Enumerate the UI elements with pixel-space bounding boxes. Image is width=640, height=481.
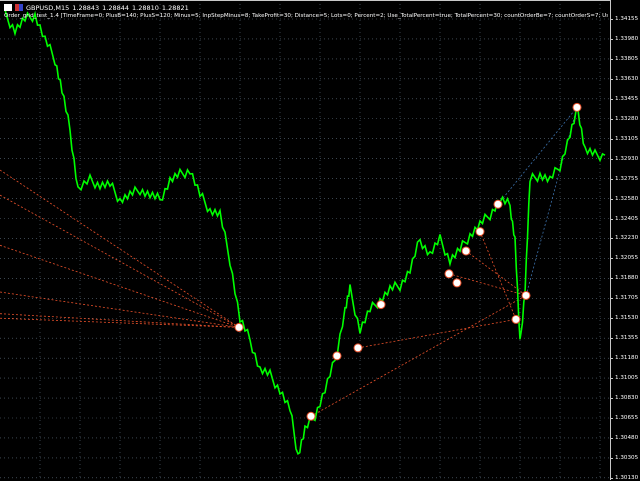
price-label: 1.30655 [615, 415, 639, 421]
price-label: 1.30305 [615, 454, 639, 461]
price-label: 1.33980 [615, 35, 639, 42]
close-price: 1.28821 [161, 3, 189, 12]
price-series-line [4, 9, 606, 455]
price-label: 1.30830 [615, 395, 639, 402]
price-label: 1.33280 [615, 115, 639, 122]
buy-order-link [525, 107, 578, 296]
axis-tick [610, 338, 613, 340]
sell-order-link [0, 317, 240, 328]
price-chart[interactable] [0, 0, 640, 480]
order-marker[interactable] [452, 278, 462, 288]
price-label: 1.31355 [615, 335, 639, 342]
sell-order-link [479, 231, 517, 320]
axis-tick [610, 358, 613, 360]
chart-border [0, 0, 611, 1]
order-marker[interactable] [572, 102, 582, 112]
price-label: 1.33630 [615, 75, 639, 82]
price-axis[interactable] [610, 0, 611, 480]
price-label: 1.30480 [615, 434, 639, 441]
sell-order-link [0, 244, 240, 328]
order-marker[interactable] [234, 322, 244, 332]
order-marker[interactable] [461, 246, 471, 256]
open-price: 1.28843 [72, 3, 100, 12]
buy-order-link [497, 107, 578, 205]
price-label: 1.31180 [615, 355, 639, 362]
axis-tick [610, 178, 613, 180]
axis-tick [610, 298, 613, 300]
axis-tick [610, 98, 613, 100]
price-label: 1.32930 [615, 155, 639, 162]
sell-order-link [0, 313, 240, 328]
axis-tick [610, 198, 613, 200]
order-marker[interactable] [521, 290, 531, 300]
axis-tick [610, 437, 613, 439]
sell-order-link [0, 194, 240, 328]
chart-header: GBPUSD,M15 1.28843 1.28844 1.28810 1.288… [4, 2, 189, 13]
axis-tick [610, 477, 613, 479]
price-label: 1.34155 [615, 16, 639, 22]
order-marker[interactable] [306, 411, 316, 421]
price-label: 1.32755 [615, 175, 639, 182]
axis-tick [610, 38, 613, 40]
price-label: 1.31880 [615, 275, 639, 282]
axis-tick [610, 58, 613, 60]
order-marker[interactable] [475, 227, 485, 237]
price-label: 1.32230 [615, 235, 639, 242]
price-label: 1.32055 [615, 255, 639, 262]
order-marker[interactable] [493, 199, 503, 209]
price-label: 1.33105 [615, 135, 639, 142]
axis-tick [610, 158, 613, 160]
low-price: 1.28810 [132, 3, 159, 12]
symbol-label: GBPUSD,M15 [26, 3, 70, 12]
axis-tick [610, 318, 613, 320]
order-marker[interactable] [353, 343, 363, 353]
price-label: 1.32580 [615, 195, 639, 202]
order-marker[interactable] [332, 351, 342, 361]
expert-advisor-label: Order_grid_test_1.4 [TimeFrame=0; PlusB=… [4, 13, 608, 19]
axis-tick [610, 238, 613, 240]
axis-tick [610, 418, 613, 419]
price-label: 1.33455 [615, 95, 639, 102]
axis-tick [610, 258, 613, 260]
order-marker[interactable] [511, 314, 521, 324]
sell-order-link [310, 295, 527, 417]
price-label: 1.31005 [615, 375, 639, 382]
sell-order-link [0, 291, 240, 328]
price-label: 1.31530 [615, 315, 639, 322]
sell-order-link [357, 318, 517, 349]
axis-tick [610, 19, 613, 20]
axis-tick [610, 118, 613, 120]
axis-tick [610, 278, 613, 280]
axis-tick [610, 378, 613, 380]
uk-flag-icon [15, 4, 23, 11]
axis-tick [610, 398, 613, 400]
axis-tick [610, 138, 613, 140]
order-marker[interactable] [376, 300, 386, 310]
white-flag-icon [4, 4, 12, 11]
axis-tick [610, 78, 613, 80]
axis-tick [610, 457, 613, 459]
price-label: 1.31705 [615, 295, 639, 302]
order-marker[interactable] [444, 269, 454, 279]
high-price: 1.28844 [102, 3, 130, 12]
price-label: 1.32405 [615, 215, 639, 222]
axis-tick [610, 218, 613, 220]
price-label: 1.33805 [615, 55, 639, 62]
